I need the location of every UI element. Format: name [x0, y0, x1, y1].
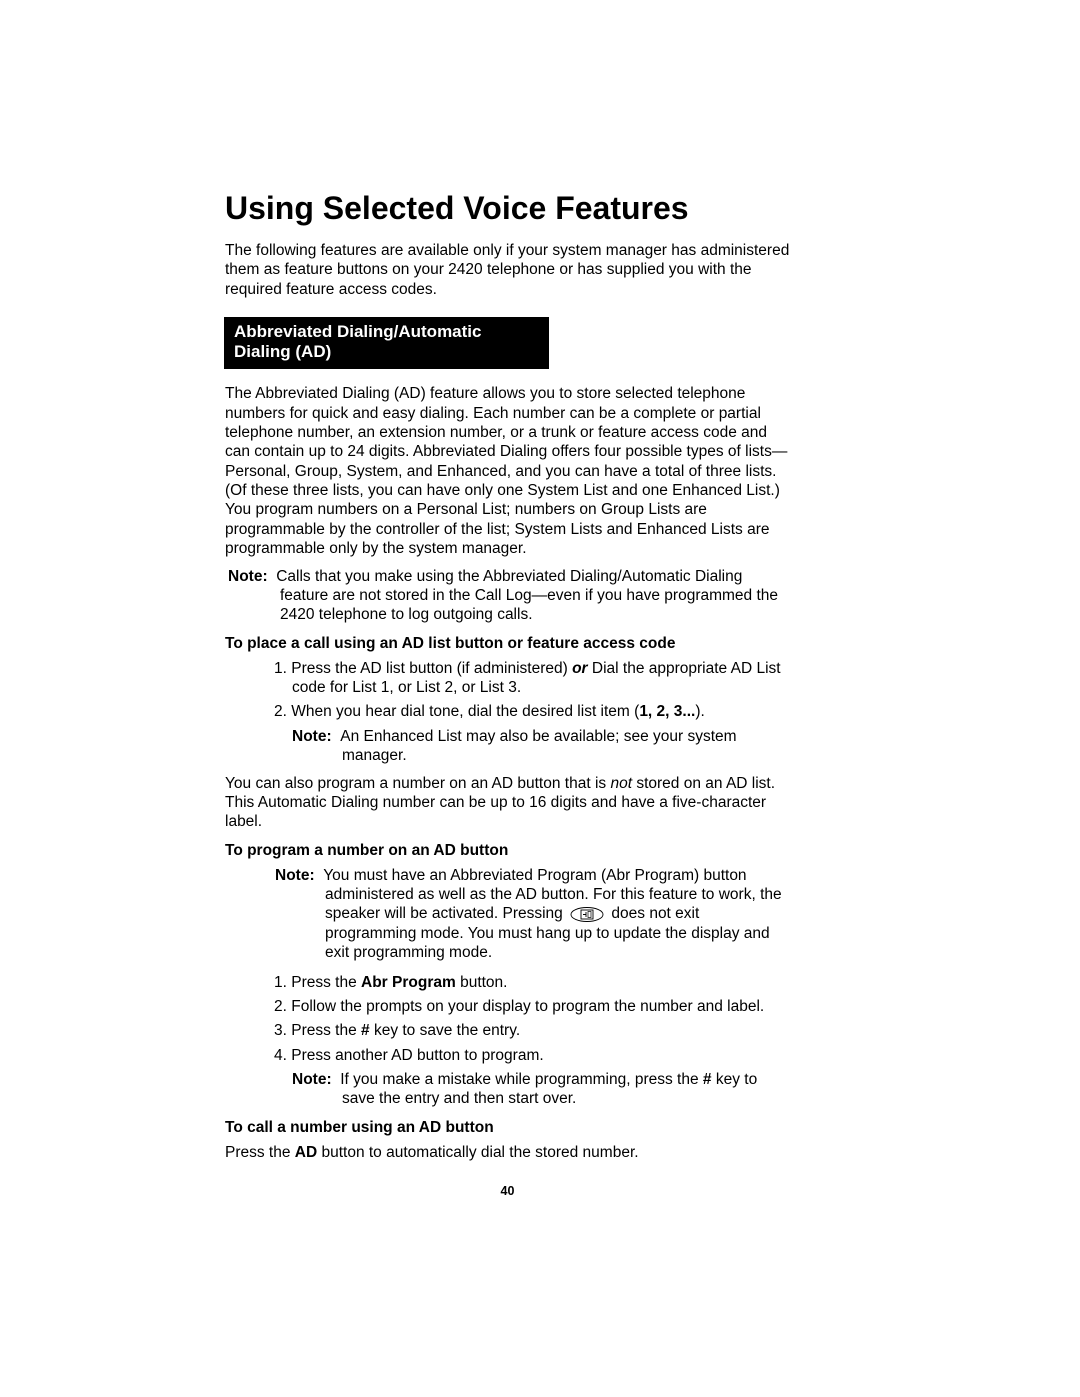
intro-paragraph: The following features are available onl… [225, 241, 790, 299]
content: Using Selected Voice Features The follow… [225, 190, 790, 1198]
note-call-log: Note: Calls that you make using the Abbr… [225, 567, 790, 625]
subheading-place-call: To place a call using an AD list button … [225, 635, 790, 653]
page-root: Using Selected Voice Features The follow… [0, 0, 1080, 1198]
para-a: You can also program a number on an AD b… [225, 775, 610, 792]
step-2-3: 3. Press the # key to save the entry. [225, 1021, 790, 1040]
note-mistake: Note: If you make a mistake while progra… [225, 1070, 790, 1109]
step-2-2: 2. Follow the prompts on your display to… [225, 997, 790, 1016]
note-label: Note: [228, 568, 268, 585]
page-number: 40 [225, 1184, 790, 1198]
section-header-ad: Abbreviated Dialing/Automatic Dialing (A… [224, 317, 549, 369]
step-text-a: 1. Press the AD list button (if administ… [274, 660, 572, 677]
note-text: An Enhanced List may also be available; … [340, 728, 736, 764]
speaker-button-icon [570, 907, 604, 922]
note-spacer [332, 728, 341, 745]
final-c: button to automatically dial the stored … [317, 1144, 638, 1161]
note-text-hash: # [703, 1071, 712, 1088]
step-1-2: 2. When you hear dial tone, dial the des… [225, 702, 790, 721]
step-text-b: 1, 2, 3... [639, 703, 695, 720]
step-2-4: 4. Press another AD button to program. [225, 1046, 790, 1065]
note-label: Note: [292, 1071, 332, 1088]
step-b: Abr Program [361, 974, 456, 991]
step-2-1: 1. Press the Abr Program button. [225, 973, 790, 992]
step-a: 1. Press the [274, 974, 361, 991]
note-spacer [332, 1071, 341, 1088]
note-spacer [315, 867, 324, 884]
note-spacer [268, 568, 277, 585]
note-enhanced-list: Note: An Enhanced List may also be avail… [225, 727, 790, 766]
step-b: # [361, 1022, 370, 1039]
ad-description: The Abbreviated Dialing (AD) feature all… [225, 384, 790, 558]
auto-dialing-para: You can also program a number on an AD b… [225, 774, 790, 832]
step-text-or: or [572, 660, 588, 677]
note-label: Note: [275, 867, 315, 884]
note-program: Note: You must have an Abbreviated Progr… [225, 866, 790, 963]
note-text-a: If you make a mistake while programming,… [340, 1071, 703, 1088]
page-title: Using Selected Voice Features [225, 190, 790, 227]
final-a: Press the [225, 1144, 295, 1161]
note-label: Note: [292, 728, 332, 745]
step-c: key to save the entry. [370, 1022, 520, 1039]
para-not: not [610, 775, 632, 792]
step-text-a: 2. When you hear dial tone, dial the des… [274, 703, 639, 720]
final-ad: AD [295, 1144, 317, 1161]
subheading-program: To program a number on an AD button [225, 842, 790, 860]
note-text: Calls that you make using the Abbreviate… [276, 568, 778, 624]
step-c: button. [456, 974, 508, 991]
subheading-call-ad: To call a number using an AD button [225, 1119, 790, 1137]
step-text-c: ). [695, 703, 704, 720]
step-a: 3. Press the [274, 1022, 361, 1039]
final-instruction: Press the AD button to automatically dia… [225, 1143, 790, 1162]
note-text-a: You must have an Abbreviated Program (Ab… [323, 867, 781, 923]
step-1-1: 1. Press the AD list button (if administ… [225, 659, 790, 698]
